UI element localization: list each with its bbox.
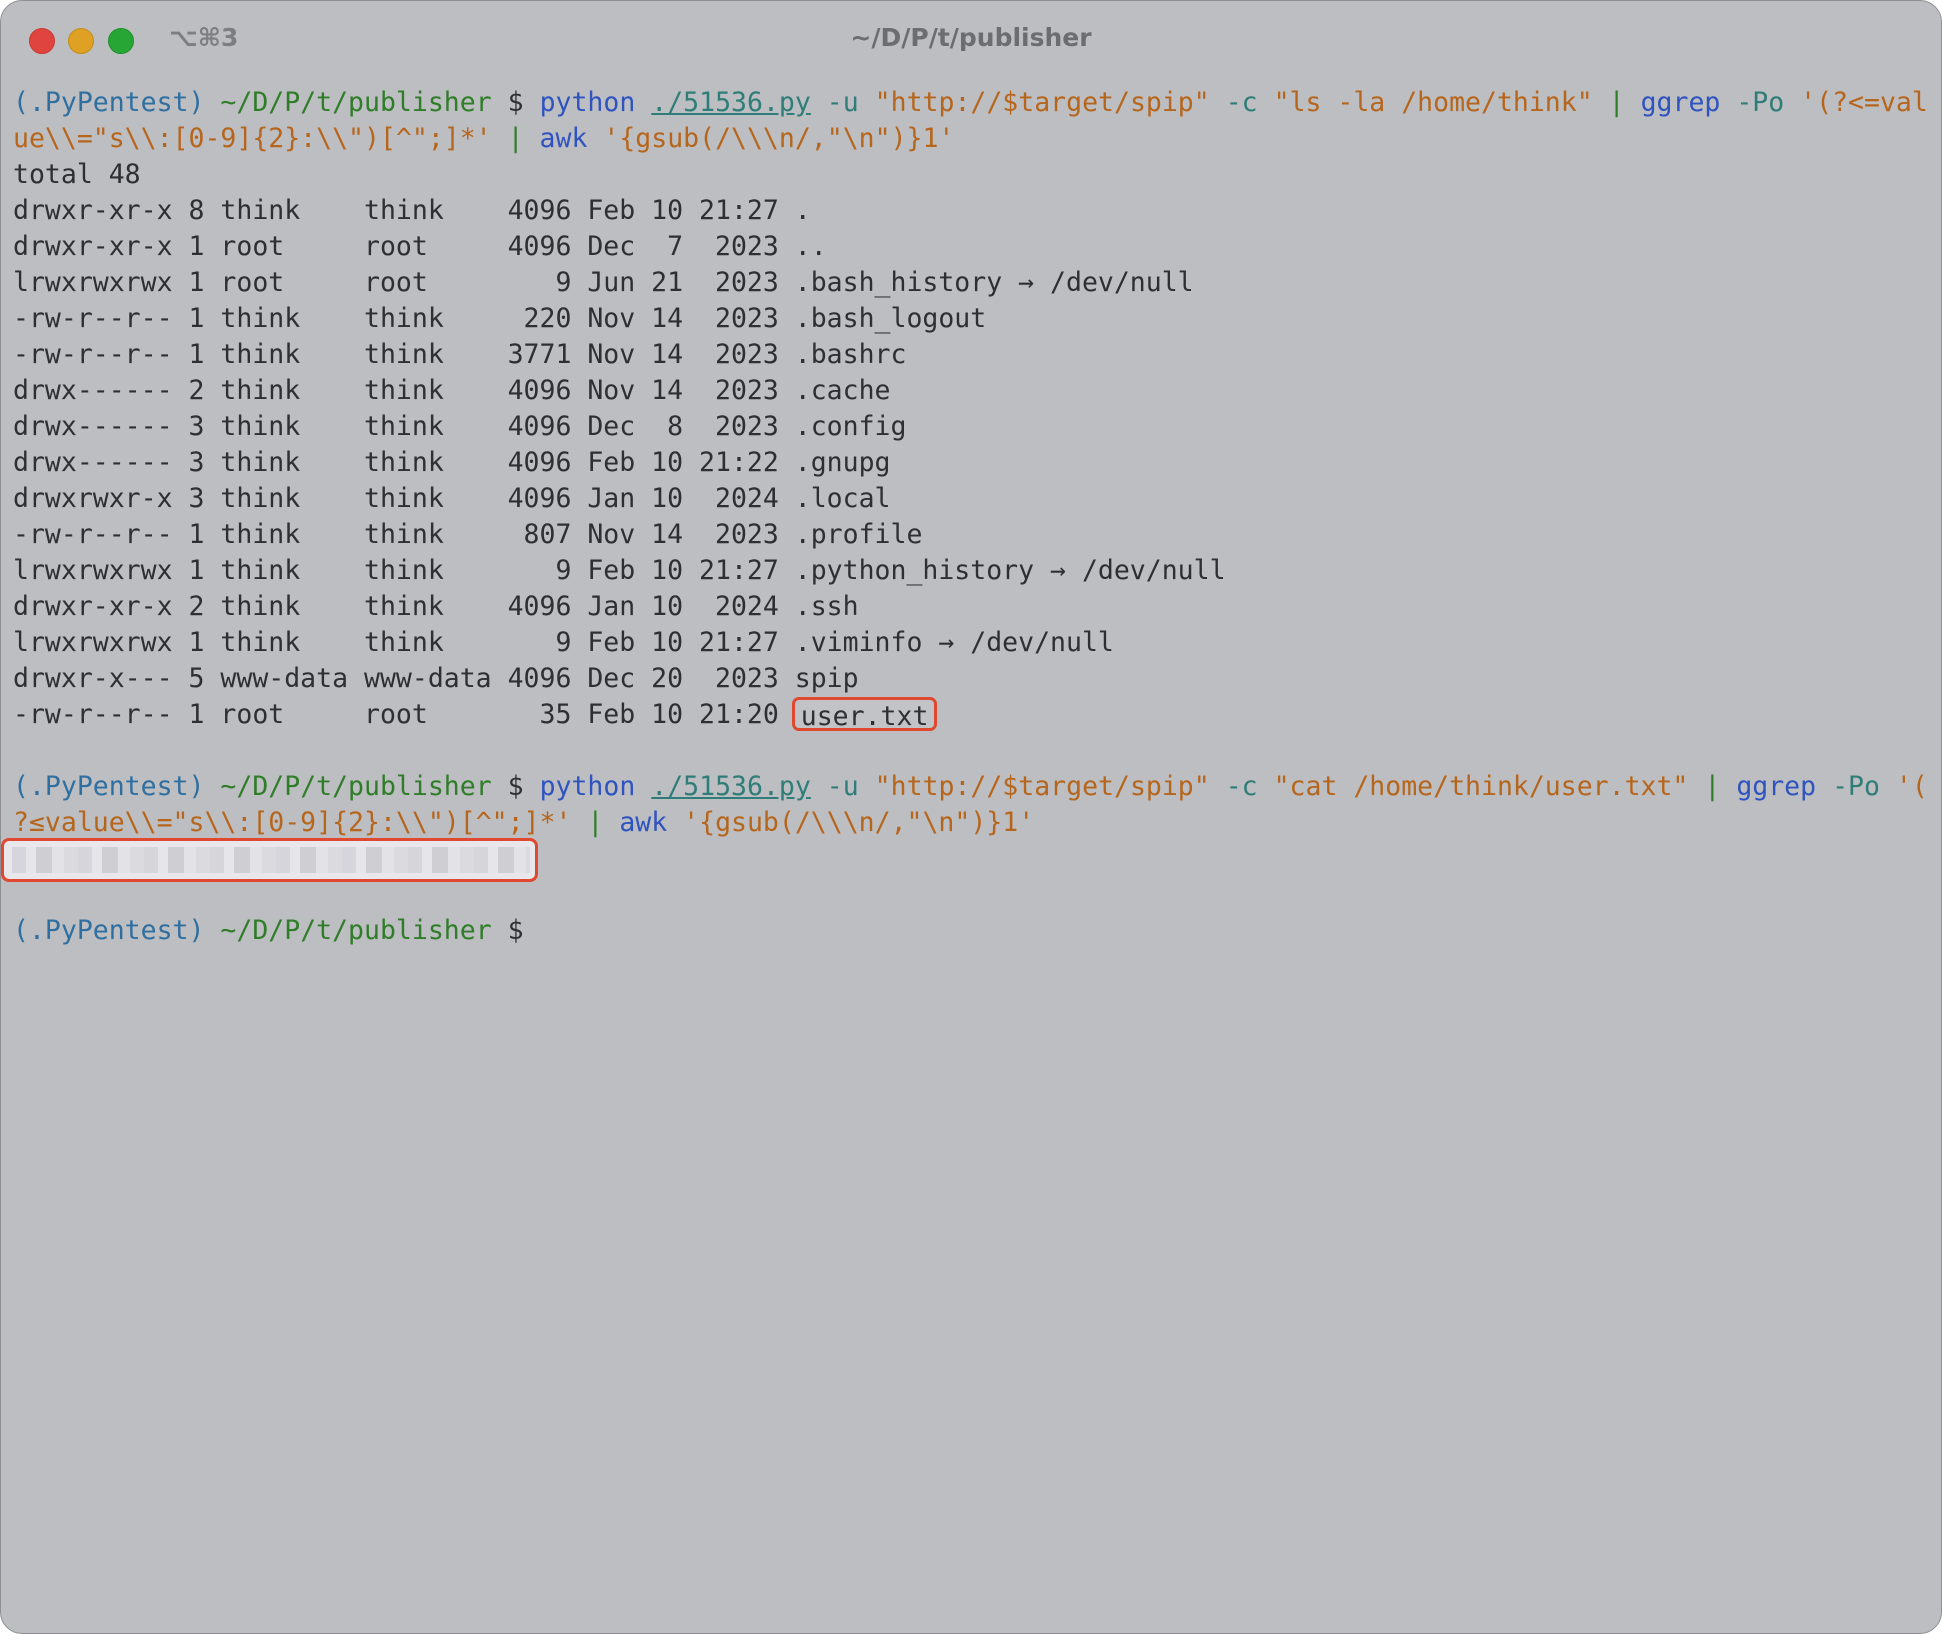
flag-c: -c (1225, 87, 1258, 118)
command-name: python (539, 771, 636, 802)
script-path[interactable]: ./51536.py (651, 87, 811, 118)
script-path[interactable]: ./51536.py (651, 771, 811, 802)
listing-row: lrwxrwxrwx 1 think think 9 Feb 10 21:27 … (13, 555, 1226, 586)
listing-row: drwxr-x--- 5 www-data www-data 4096 Dec … (13, 663, 859, 694)
payload-argument: "ls -la /home/think" (1273, 87, 1593, 118)
prompt-path: ~/D/P/t/publisher (220, 771, 492, 802)
listing-row: drwxrwxr-x 3 think think 4096 Jan 10 202… (13, 483, 891, 514)
prompt-venv: (.PyPentest) (13, 771, 205, 802)
prompt-symbol: $ (507, 771, 524, 802)
command-name: python (539, 87, 636, 118)
pixelated-redaction (12, 847, 530, 873)
listing-row: drwxr-xr-x 2 think think 4096 Jan 10 202… (13, 591, 859, 622)
prompt-path: ~/D/P/t/publisher (220, 915, 492, 946)
grep-command: ggrep (1736, 771, 1817, 802)
command-line-1: (.PyPentest) ~/D/P/t/publisher $ python … (13, 85, 1928, 121)
payload-argument: "cat /home/think/user.txt" (1273, 771, 1689, 802)
listing-row: lrwxrwxrwx 1 root root 9 Jun 21 2023 .ba… (13, 267, 1194, 298)
grep-regex-cont: ?≤value\\="s\\:[0-9]{2}:\\")[^";]*' (13, 807, 572, 838)
awk-command: awk (539, 123, 588, 154)
command-line-1-wrap: ue\\="s\\:[0-9]{2}:\\")[^";]*' | awk '{g… (13, 121, 1928, 157)
grep-flags: -Po (1832, 771, 1880, 802)
flag-c: -c (1225, 771, 1258, 802)
listing-row: drwx------ 3 think think 4096 Dec 8 2023… (13, 411, 907, 442)
listing-row: lrwxrwxrwx 1 think think 9 Feb 10 21:27 … (13, 627, 1114, 658)
pipe-symbol: | (1704, 771, 1721, 802)
flag-u: -u (826, 771, 859, 802)
prompt-symbol: $ (507, 87, 524, 118)
listing-row: drwxr-xr-x 1 root root 4096 Dec 7 2023 .… (13, 231, 827, 262)
awk-command: awk (619, 807, 668, 838)
highlighted-filename: user.txt (791, 697, 938, 732)
listing-row: drwx------ 3 think think 4096 Feb 10 21:… (13, 447, 891, 478)
grep-flags: -Po (1736, 87, 1785, 118)
terminal-window: ⌥⌘3 ~/D/P/t/publisher (.PyPentest) ~/D/P… (0, 0, 1942, 1634)
prompt-venv: (.PyPentest) (13, 915, 205, 946)
listing-row: -rw-r--r-- 1 think think 220 Nov 14 2023… (13, 303, 987, 334)
listing-total: total 48 (13, 159, 141, 190)
window-title: ~/D/P/t/publisher (850, 23, 1092, 52)
awk-program: '{gsub(/\\\n/,"\n")}1' (683, 807, 1035, 838)
prompt-path: ~/D/P/t/publisher (220, 87, 492, 118)
pipe-symbol: | (1608, 87, 1625, 118)
listing-row-user-txt: -rw-r--r-- 1 root root 35 Feb 10 21:20 u… (13, 697, 1928, 733)
listing-row-prefix: -rw-r--r-- 1 root root 35 Feb 10 21:20 (13, 699, 795, 730)
redacted-flag-output (1, 838, 538, 882)
grep-regex: '(?<=val (1800, 87, 1928, 118)
terminal-output[interactable]: (.PyPentest) ~/D/P/t/publisher $ python … (13, 85, 1928, 949)
grep-regex: '( (1895, 771, 1928, 802)
url-argument: "http://$target/spip" (874, 87, 1210, 118)
listing-row: drwxr-xr-x 8 think think 4096 Feb 10 21:… (13, 195, 811, 226)
pipe-symbol: | (587, 807, 604, 838)
grep-command: ggrep (1640, 87, 1721, 118)
grep-regex-cont: ue\\="s\\:[0-9]{2}:\\")[^";]*' (13, 123, 492, 154)
url-argument: "http://$target/spip" (874, 771, 1210, 802)
title-bar: ⌥⌘3 ~/D/P/t/publisher (1, 1, 1941, 77)
awk-program: '{gsub(/\\\n/,"\n")}1' (603, 123, 955, 154)
prompt-symbol: $ (507, 915, 524, 946)
command-line-2: (.PyPentest) ~/D/P/t/publisher $ python … (13, 769, 1928, 805)
prompt-venv: (.PyPentest) (13, 87, 205, 118)
listing-row: -rw-r--r-- 1 think think 807 Nov 14 2023… (13, 519, 923, 550)
flag-u: -u (826, 87, 859, 118)
current-prompt[interactable]: (.PyPentest) ~/D/P/t/publisher $ (13, 913, 1928, 949)
listing-row: drwx------ 2 think think 4096 Nov 14 202… (13, 375, 891, 406)
listing-row: -rw-r--r-- 1 think think 3771 Nov 14 202… (13, 339, 907, 370)
command-line-2-wrap: ?≤value\\="s\\:[0-9]{2}:\\")[^";]*' | aw… (13, 805, 1928, 841)
pipe-symbol: | (507, 123, 524, 154)
